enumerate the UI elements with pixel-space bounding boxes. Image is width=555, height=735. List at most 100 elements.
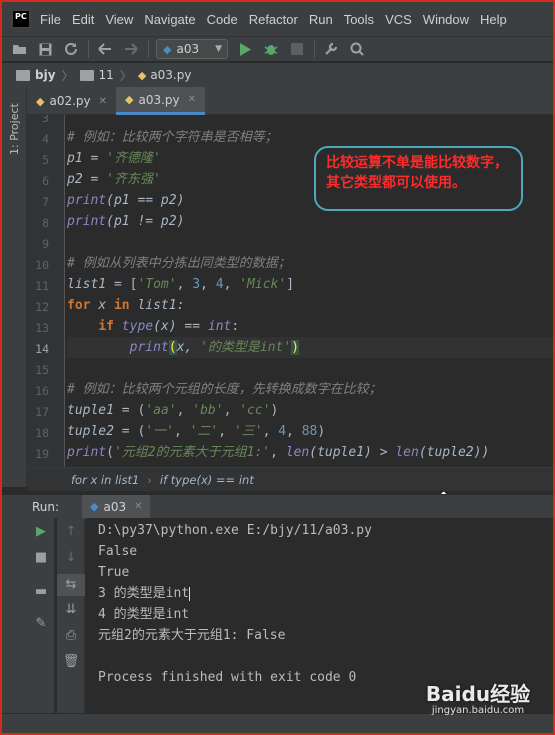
- code-string: '元组2的元素大于元组1:': [113, 445, 271, 460]
- close-icon[interactable]: ✕: [99, 96, 107, 107]
- code-number: 4: [278, 424, 287, 439]
- bottom-status-strip: [2, 713, 553, 733]
- code-builtin: print: [129, 340, 169, 355]
- line-number: 17: [35, 405, 49, 419]
- rerun-icon[interactable]: ▶: [27, 524, 55, 539]
- console-line: D:\py37\python.exe E:/bjy/11/a03.py: [98, 523, 372, 538]
- toolbar-divider: [148, 40, 149, 58]
- run-tab-label: a03: [103, 499, 127, 514]
- code-operator: :: [231, 319, 240, 334]
- close-icon[interactable]: ✕: [134, 501, 142, 512]
- code-operator: ,: [200, 277, 216, 292]
- code-line-8: print(p1 != p2): [67, 211, 184, 232]
- project-tool-window-button[interactable]: 1: Project: [8, 95, 22, 155]
- code-identifier: x,: [176, 340, 201, 355]
- code-string: '三': [233, 424, 263, 439]
- menu-file[interactable]: File: [40, 12, 61, 27]
- code-keyword: if: [98, 319, 114, 334]
- watermark-brand: Baidu经验: [425, 682, 531, 706]
- run-configuration-selector[interactable]: ◆ a03 ▼: [156, 39, 228, 59]
- text-caret: [189, 586, 191, 601]
- menu-code[interactable]: Code: [207, 12, 238, 27]
- soft-wrap-icon[interactable]: ⇆: [57, 574, 85, 596]
- run-tab-a03[interactable]: ◆ a03 ✕: [82, 494, 151, 519]
- watermark-url: jingyan.baidu.com: [431, 705, 525, 716]
- line-number: 10: [35, 258, 49, 272]
- code-operator: ,: [176, 403, 193, 418]
- line-number-gutter: 3 4 5 6 7 8 9 10 11 12 13 14 15 16 17 18…: [27, 115, 65, 467]
- menu-run[interactable]: Run: [309, 12, 333, 27]
- tab-a02[interactable]: ◆ a02.py ✕: [27, 87, 116, 115]
- code-line-10: # 例如从列表中分拣出同类型的数据；: [67, 253, 291, 274]
- structure-crumb-for[interactable]: for x in list1: [71, 473, 139, 487]
- stop-icon[interactable]: [288, 40, 306, 58]
- sync-icon[interactable]: [62, 40, 80, 58]
- back-arrow-icon[interactable]: [96, 40, 114, 58]
- code-string: '的类型是int': [200, 340, 292, 355]
- code-operator: =: [82, 151, 107, 166]
- scroll-to-end-icon[interactable]: ⇊: [57, 602, 85, 617]
- code-string: '齐东强': [106, 172, 161, 187]
- code-comment: # 例如：比较两个元组的长度，先转换成数字在比较；: [67, 382, 382, 397]
- menu-vcs[interactable]: VCS: [385, 12, 412, 27]
- code-line-16: # 例如：比较两个元组的长度，先转换成数字在比较；: [67, 379, 382, 400]
- line-number: 7: [42, 195, 49, 209]
- code-string: '齐德隆': [106, 151, 161, 166]
- code-builtin: len: [285, 445, 310, 460]
- matched-bracket: (: [168, 340, 177, 355]
- menu-help[interactable]: Help: [480, 12, 507, 27]
- console-line: True: [98, 565, 130, 580]
- code-line-19: print('元组2的元素大于元组1:', len(tuple1) > len(…: [67, 442, 489, 463]
- menu-refactor[interactable]: Refactor: [249, 12, 298, 27]
- forward-arrow-icon[interactable]: [122, 40, 140, 58]
- code-operator: ,: [173, 424, 190, 439]
- debug-icon[interactable]: [262, 40, 280, 58]
- run-controls-secondary: ↑ ↓ ⇆ ⇊ ⎙ 🗑: [57, 518, 85, 713]
- save-icon[interactable]: [36, 40, 54, 58]
- breadcrumb-folder[interactable]: 11: [99, 68, 114, 82]
- code-builtin: print: [67, 445, 107, 460]
- code-string: 'bb': [192, 403, 224, 418]
- menu-navigate[interactable]: Navigate: [144, 12, 195, 27]
- line-number: 12: [35, 300, 49, 314]
- python-file-icon: ◆: [125, 93, 134, 106]
- code-operator: ,: [270, 445, 286, 460]
- trash-icon[interactable]: 🗑: [57, 654, 85, 669]
- breadcrumb-file[interactable]: a03.py: [150, 68, 191, 82]
- code-identifier: list1: [67, 277, 107, 292]
- code-line-13: if type(x) == int:: [67, 316, 239, 337]
- run-configuration-label: a03: [176, 42, 200, 56]
- search-icon[interactable]: [348, 40, 366, 58]
- print-icon[interactable]: ⎙: [57, 628, 85, 643]
- open-folder-icon[interactable]: [10, 40, 28, 58]
- code-arguments: (tuple2)): [418, 445, 490, 460]
- menu-edit[interactable]: Edit: [72, 12, 94, 27]
- code-operator: = (: [113, 424, 146, 439]
- arrow-up-icon[interactable]: ↑: [57, 524, 85, 539]
- line-number: 19: [35, 447, 49, 461]
- code-identifier: tuple2: [67, 424, 114, 439]
- code-string: 'aa': [145, 403, 177, 418]
- code-line-12: for x in list1:: [67, 295, 184, 316]
- breadcrumb-project[interactable]: bjy: [35, 68, 56, 82]
- stop-icon[interactable]: ■: [27, 550, 55, 565]
- code-line-5: p1 = '齐德隆': [67, 148, 161, 169]
- menu-tools[interactable]: Tools: [344, 12, 374, 27]
- code-string: '一': [145, 424, 174, 439]
- tab-label: a03.py: [138, 92, 180, 107]
- structure-crumb-if[interactable]: if type(x) == int: [160, 473, 254, 487]
- code-builtin: print: [67, 214, 107, 229]
- close-icon[interactable]: ✕: [188, 94, 196, 105]
- matched-bracket: ): [291, 340, 300, 355]
- pin-icon[interactable]: ✎: [27, 616, 55, 631]
- wrench-settings-icon[interactable]: [322, 40, 340, 58]
- menu-view[interactable]: View: [105, 12, 133, 27]
- code-arguments: (p1 != p2): [106, 214, 185, 229]
- layout-icon[interactable]: ▬: [27, 584, 55, 599]
- menu-window[interactable]: Window: [423, 12, 469, 27]
- arrow-down-icon[interactable]: ↓: [57, 550, 85, 565]
- tab-a03[interactable]: ◆ a03.py ✕: [116, 87, 206, 115]
- run-icon[interactable]: [236, 40, 254, 58]
- line-number-current: 14: [35, 342, 49, 356]
- folder-icon: [16, 69, 30, 81]
